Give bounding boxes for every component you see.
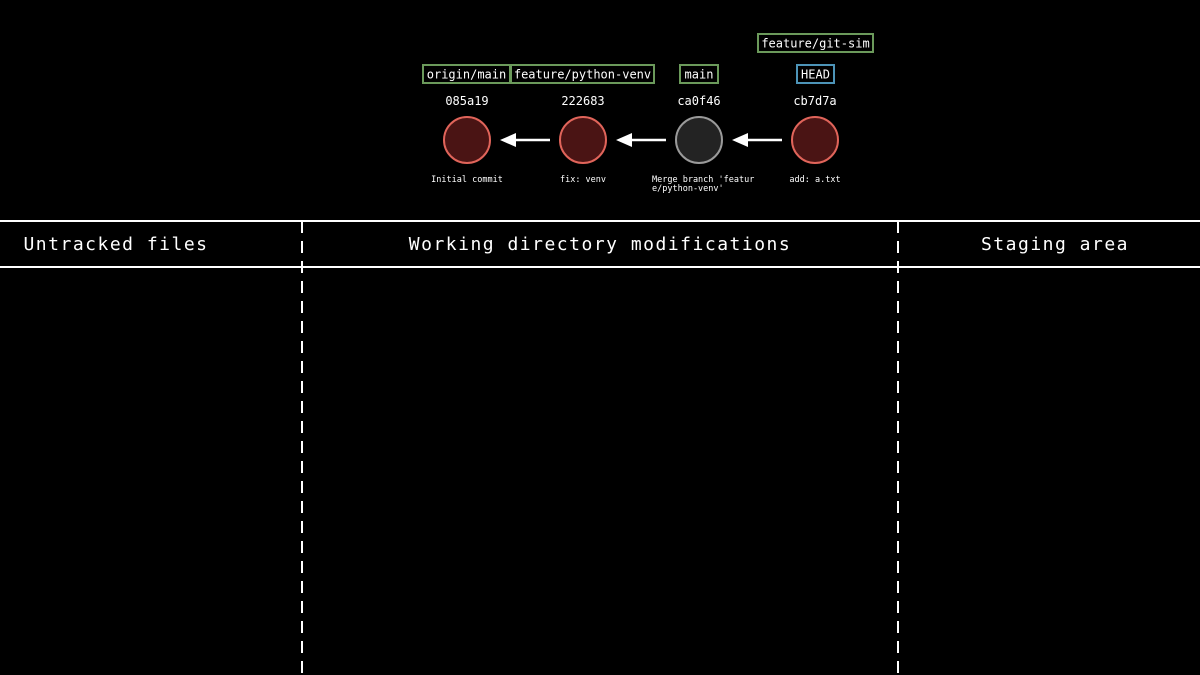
commit-node bbox=[559, 116, 607, 164]
commit-message: e/python-venv' bbox=[652, 184, 724, 194]
commit-node bbox=[443, 116, 491, 164]
merge-commit-node bbox=[675, 116, 723, 164]
commit-hash: 085a19 bbox=[445, 94, 488, 108]
commit-message: add: a.txt bbox=[789, 175, 840, 185]
branch-ref-label: feature/python-venv bbox=[514, 68, 651, 82]
head-ref-label: HEAD bbox=[801, 68, 830, 82]
column-header-staging-area: Staging area bbox=[981, 234, 1129, 255]
commit-graph: 085a19 Initial commit 222683 fix: venv ca0f4… bbox=[422, 33, 874, 194]
commit-message: fix: venv bbox=[560, 175, 606, 185]
parent-arrow-head bbox=[732, 133, 748, 147]
commit-message: Initial commit bbox=[431, 175, 503, 185]
commit-node bbox=[791, 116, 839, 164]
git-sim-diagram: 085a19 Initial commit 222683 fix: venv ca0f4… bbox=[0, 33, 1200, 675]
branch-ref-label: main bbox=[685, 68, 714, 82]
status-table: Untracked files Working directory modifi… bbox=[0, 220, 1200, 675]
column-header-untracked: Untracked files bbox=[23, 234, 208, 255]
branch-ref-label: feature/git-sim bbox=[761, 37, 869, 51]
parent-arrow-head bbox=[500, 133, 516, 147]
commit-hash: ca0f46 bbox=[677, 94, 720, 108]
commit-hash: cb7d7a bbox=[793, 94, 836, 108]
column-header-working-directory: Working directory modifications bbox=[409, 234, 791, 255]
commit-hash: 222683 bbox=[561, 94, 604, 108]
branch-ref-label: origin/main bbox=[427, 68, 506, 82]
parent-arrow-head bbox=[616, 133, 632, 147]
